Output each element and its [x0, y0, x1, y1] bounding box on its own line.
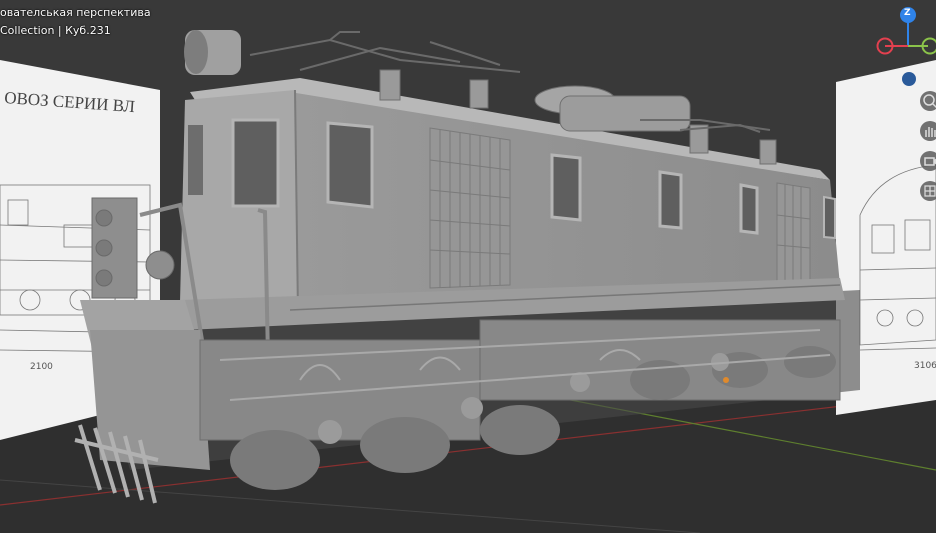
neg-z-axis-handle[interactable] — [902, 72, 916, 86]
cab-window — [231, 118, 280, 208]
dimension-label: 3106 — [914, 361, 936, 371]
z-axis-label: Z — [904, 8, 911, 18]
side-grille — [429, 127, 511, 289]
zoom-icon[interactable] — [920, 91, 936, 111]
side-window — [658, 170, 683, 230]
hand-pan-icon[interactable] — [920, 121, 936, 141]
collection-object-label: Collection | Куб.231 — [0, 24, 111, 37]
viewport-scene: ОВОЗ СЕРИИ ВЛ 2100 1800 — [0, 0, 936, 533]
cab-window — [188, 125, 203, 195]
side-window — [550, 153, 582, 222]
camera-icon[interactable] — [920, 151, 936, 171]
viewport-mode-label: ователськая перспектива — [0, 6, 151, 19]
side-window — [326, 121, 374, 209]
object-origin — [723, 377, 729, 383]
3d-viewport[interactable]: ОВОЗ СЕРИИ ВЛ 2100 1800 — [0, 0, 936, 533]
side-grille — [776, 182, 811, 283]
side-window — [739, 183, 759, 235]
axis-gizmo[interactable]: Z — [872, 4, 936, 64]
side-window — [823, 195, 836, 240]
grid-icon[interactable] — [920, 181, 936, 201]
dimension-label: 2100 — [30, 362, 53, 372]
